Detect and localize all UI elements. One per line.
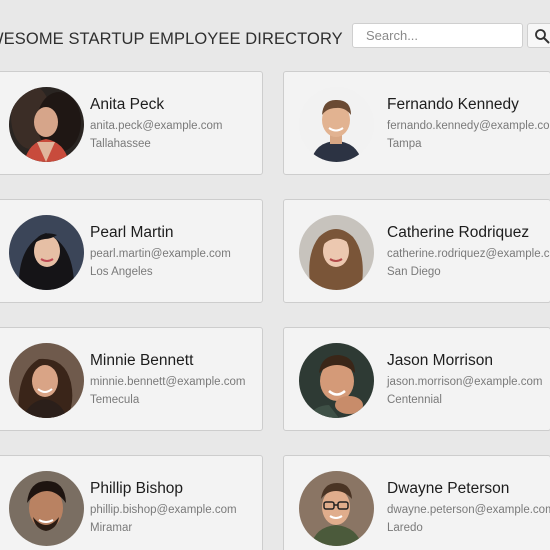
employee-email: pearl.martin@example.com: [90, 248, 231, 260]
employee-city: Centennial: [387, 394, 442, 406]
employee-email: dwayne.peterson@example.com: [387, 504, 550, 516]
avatar: [299, 87, 374, 162]
employee-card[interactable]: Anita Peck anita.peck@example.com Tallah…: [0, 71, 263, 175]
employee-name: Catherine Rodriquez: [387, 224, 530, 241]
employee-email: catherine.rodriquez@example.com: [387, 248, 550, 260]
employee-city: Temecula: [90, 394, 140, 406]
employee-city: Tampa: [387, 138, 422, 150]
employee-card[interactable]: Pearl Martin pearl.martin@example.com Lo…: [0, 199, 263, 303]
avatar: [299, 471, 374, 546]
employee-name: Jason Morrison: [387, 352, 493, 369]
employee-email: fernando.kennedy@example.com: [387, 120, 550, 132]
avatar: [299, 215, 374, 290]
employee-city: Tallahassee: [90, 138, 151, 150]
employee-name: Fernando Kennedy: [387, 96, 519, 113]
search-button[interactable]: [527, 23, 550, 48]
employee-card[interactable]: Dwayne Peterson dwayne.peterson@example.…: [283, 455, 550, 550]
employee-card[interactable]: Catherine Rodriquez catherine.rodriquez@…: [283, 199, 550, 303]
search-icon: [535, 29, 550, 44]
employee-card[interactable]: Fernando Kennedy fernando.kennedy@exampl…: [283, 71, 550, 175]
header: WESOME STARTUP EMPLOYEE DIRECTORY: [0, 0, 550, 70]
avatar: [299, 343, 374, 418]
employee-name: Dwayne Peterson: [387, 480, 510, 497]
employee-card[interactable]: Minnie Bennett minnie.bennett@example.co…: [0, 327, 263, 431]
employee-name: Phillip Bishop: [90, 480, 184, 497]
employee-name: Pearl Martin: [90, 224, 174, 241]
employee-email: jason.morrison@example.com: [387, 376, 543, 388]
page-title: WESOME STARTUP EMPLOYEE DIRECTORY: [0, 30, 343, 48]
employee-email: phillip.bishop@example.com: [90, 504, 237, 516]
employee-city: San Diego: [387, 266, 441, 278]
employee-name: Minnie Bennett: [90, 352, 194, 369]
employee-email: minnie.bennett@example.com: [90, 376, 246, 388]
search-input[interactable]: [352, 23, 523, 48]
employee-card[interactable]: Phillip Bishop phillip.bishop@example.co…: [0, 455, 263, 550]
avatar: [9, 343, 84, 418]
employee-card[interactable]: Jason Morrison jason.morrison@example.co…: [283, 327, 550, 431]
avatar: [9, 215, 84, 290]
employee-city: Los Angeles: [90, 266, 153, 278]
avatar: [9, 87, 84, 162]
employee-email: anita.peck@example.com: [90, 120, 223, 132]
avatar: [9, 471, 84, 546]
employee-name: Anita Peck: [90, 96, 165, 113]
employee-city: Laredo: [387, 522, 423, 534]
employee-directory-page: WESOME STARTUP EMPLOYEE DIRECTORY Anita …: [0, 0, 550, 550]
employee-city: Miramar: [90, 522, 133, 534]
